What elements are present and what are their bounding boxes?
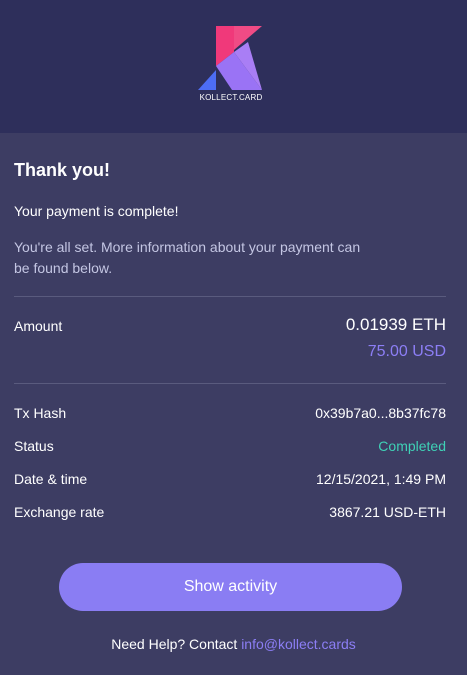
exchange-rate-value: 3867.21 USD-ETH	[329, 504, 446, 520]
payment-complete-text: Your payment is complete!	[14, 203, 179, 219]
logo-text: KOLLECT.CARD	[199, 93, 263, 102]
exchange-rate-label: Exchange rate	[14, 504, 105, 520]
help-text: Need Help? Contact info@kollect.cards	[0, 636, 467, 652]
kollect-logo: KOLLECT.CARD	[196, 26, 266, 104]
divider	[14, 383, 446, 384]
divider	[14, 296, 446, 297]
status-value: Completed	[378, 438, 446, 454]
date-time-label: Date & time	[14, 471, 88, 487]
amount-label: Amount	[14, 318, 63, 334]
info-text: You're all set. More information about y…	[14, 239, 361, 276]
help-email-link[interactable]: info@kollect.cards	[241, 636, 356, 652]
page-title: Thank you!	[14, 160, 111, 180]
date-time-value: 12/15/2021, 1:49 PM	[316, 471, 446, 487]
help-prefix: Need Help? Contact	[111, 636, 238, 652]
header: KOLLECT.CARD	[0, 0, 467, 133]
k-logo-icon	[198, 26, 262, 90]
show-activity-button[interactable]: Show activity	[59, 563, 402, 611]
status-label: Status	[14, 438, 54, 454]
amount-usd: 75.00 USD	[367, 343, 446, 360]
tx-hash-value: 0x39b7a0...8b37fc78	[315, 405, 446, 421]
amount-eth: 0.01939 ETH	[345, 315, 446, 334]
tx-hash-label: Tx Hash	[14, 405, 67, 421]
